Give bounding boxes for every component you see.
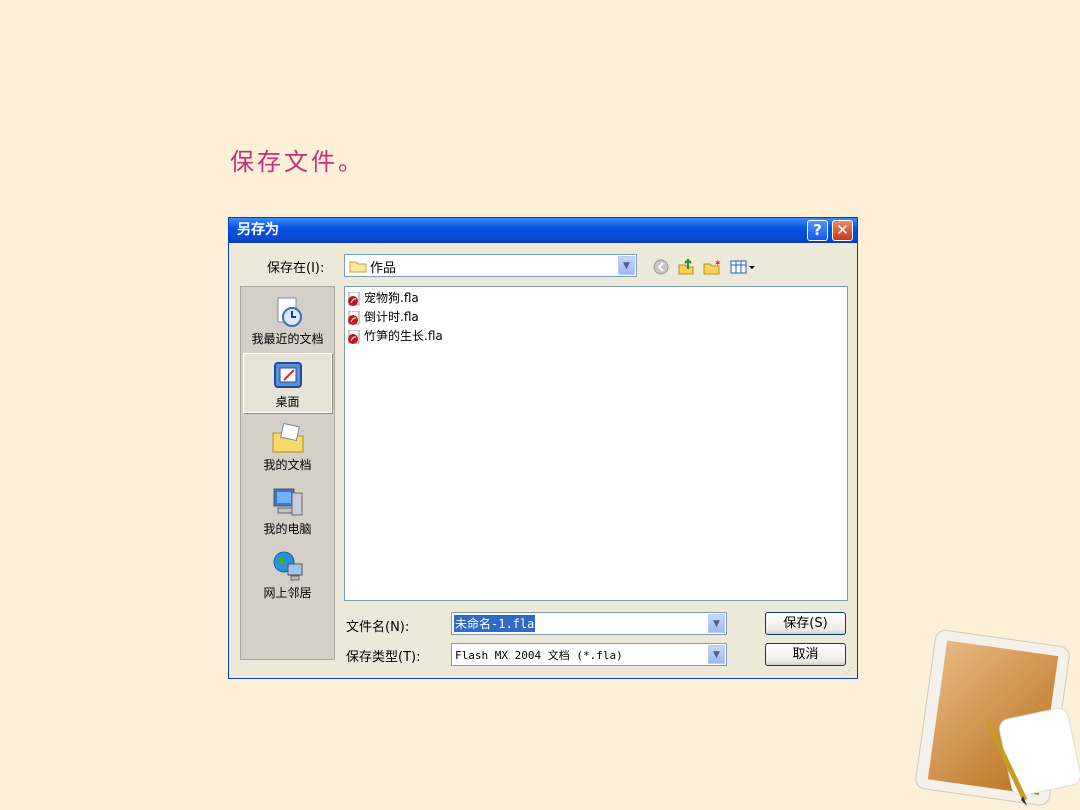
filename-label: 文件名(N): xyxy=(346,620,410,635)
filename-value: 未命名-1.fla xyxy=(454,615,536,632)
help-button[interactable]: ? xyxy=(807,220,828,241)
list-item[interactable]: 倒计时.fla xyxy=(347,308,419,327)
flash-file-icon xyxy=(348,329,360,344)
chevron-down-icon[interactable]: ▼ xyxy=(708,614,725,633)
place-desktop[interactable]: 桌面 xyxy=(243,353,332,413)
place-network[interactable]: 网上邻居 xyxy=(243,545,332,605)
file-name: 竹笋的生长.fla xyxy=(364,329,443,343)
place-my-computer[interactable]: 我的电脑 xyxy=(243,481,332,541)
place-label: 网上邻居 xyxy=(263,586,312,600)
my-computer-icon xyxy=(273,488,302,516)
place-recent-documents[interactable]: 我最近的文档 xyxy=(243,291,332,351)
back-icon[interactable] xyxy=(651,258,671,276)
my-documents-icon xyxy=(272,422,303,453)
recent-documents-icon xyxy=(277,297,302,327)
place-label: 桌面 xyxy=(275,395,300,409)
resize-grip-icon[interactable]: ⋰ xyxy=(845,666,855,676)
chevron-down-icon[interactable]: ▼ xyxy=(708,645,725,664)
desktop-icon xyxy=(273,362,302,388)
save-in-value: 作品 xyxy=(370,261,397,276)
chevron-down-icon[interactable]: ▼ xyxy=(618,256,635,275)
place-label: 我的文档 xyxy=(263,458,312,472)
place-label: 我的电脑 xyxy=(263,522,312,536)
cancel-button[interactable]: 取消 xyxy=(765,643,846,666)
filetype-dropdown[interactable]: Flash MX 2004 文档 (*.fla) ▼ xyxy=(451,643,727,666)
dialog-title: 另存为 xyxy=(229,218,857,243)
save-in-dropdown[interactable]: 作品 ▼ xyxy=(344,254,637,277)
filename-input[interactable]: 未命名-1.fla ▼ xyxy=(451,612,727,635)
save-button[interactable]: 保存(S) xyxy=(765,612,846,635)
filetype-label: 保存类型(T): xyxy=(346,650,421,665)
flash-file-icon xyxy=(348,291,360,306)
file-name: 宠物狗.fla xyxy=(364,291,419,305)
filetype-value: Flash MX 2004 文档 (*.fla) xyxy=(455,649,623,662)
slide-title: 保存文件。 xyxy=(230,148,365,176)
file-list[interactable]: 宠物狗.fla 倒计时.fla 竹笋的生长.fla xyxy=(344,286,848,601)
up-folder-icon[interactable] xyxy=(676,258,696,276)
folder-icon xyxy=(349,261,367,273)
network-places-icon xyxy=(273,551,302,581)
file-name: 倒计时.fla xyxy=(364,310,419,324)
save-as-dialog: 另存为 ? ✕ 保存在(I): 作品 ▼ ✶ 我最近的文档 桌面 我的文档 我的… xyxy=(228,217,858,679)
list-item[interactable]: 竹笋的生长.fla xyxy=(347,327,443,346)
notebook-pencil-decoration xyxy=(915,629,1080,806)
place-my-documents[interactable]: 我的文档 xyxy=(243,417,332,477)
flash-file-icon xyxy=(348,310,360,325)
places-bar: 我最近的文档 桌面 我的文档 我的电脑 网上邻居 xyxy=(240,286,335,660)
list-item[interactable]: 宠物狗.fla xyxy=(347,289,419,308)
svg-text:✶: ✶ xyxy=(714,259,721,269)
close-button[interactable]: ✕ xyxy=(832,220,853,241)
new-folder-icon[interactable]: ✶ xyxy=(702,258,722,276)
view-menu-icon[interactable] xyxy=(729,258,757,276)
save-in-label: 保存在(I): xyxy=(267,261,325,276)
place-label: 我最近的文档 xyxy=(251,332,324,346)
